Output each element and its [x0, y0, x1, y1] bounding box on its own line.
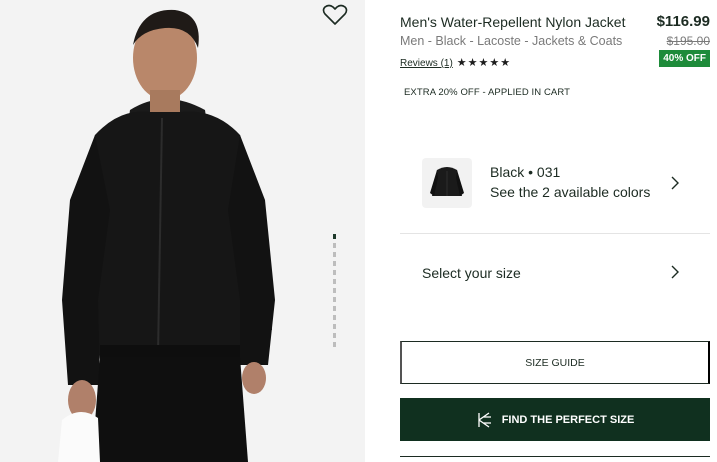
star-icon: ★: [467, 57, 478, 69]
selected-color: Black • 031: [490, 164, 561, 180]
star-icon: ★: [500, 57, 511, 69]
chevron-right-icon: [671, 176, 679, 190]
gallery-dot[interactable]: [333, 324, 336, 329]
find-perfect-size-button[interactable]: FIND THE PERFECT SIZE: [400, 398, 710, 441]
model-photo: [0, 0, 365, 462]
rating-stars: ★ ★ ★ ★ ★: [457, 58, 510, 69]
gallery-dot[interactable]: [333, 297, 336, 302]
gallery-pagination[interactable]: [333, 234, 337, 351]
gallery-dot[interactable]: [333, 342, 336, 347]
divider: [400, 456, 710, 457]
gallery-dot[interactable]: [333, 333, 336, 338]
original-price: $195.00: [666, 34, 710, 48]
star-icon: ★: [478, 57, 489, 69]
discount-badge: 40% OFF: [659, 50, 710, 67]
color-selector[interactable]: Black • 031 See the 2 available colors: [400, 144, 710, 234]
available-colors-text: See the 2 available colors: [490, 184, 651, 200]
star-icon: ★: [456, 57, 467, 69]
current-price: $116.99: [656, 13, 710, 30]
gallery-dot-active[interactable]: [333, 234, 336, 239]
heart-outline-icon: [322, 4, 348, 25]
gallery-dot[interactable]: [333, 315, 336, 320]
gallery-dot[interactable]: [333, 243, 336, 248]
reviews-link[interactable]: Reviews (1): [400, 58, 453, 69]
gallery-dot[interactable]: [333, 288, 336, 293]
size-selector[interactable]: Select your size: [400, 235, 710, 311]
gallery-dot[interactable]: [333, 306, 336, 311]
product-image[interactable]: [0, 0, 365, 462]
gallery-dot[interactable]: [333, 252, 336, 257]
promo-text: EXTRA 20% OFF - APPLIED IN CART: [404, 87, 571, 98]
gallery-dot[interactable]: [333, 279, 336, 284]
product-title: Men's Water-Repellent Nylon Jacket: [400, 14, 626, 30]
favorite-button[interactable]: [322, 4, 348, 26]
gallery-dot[interactable]: [333, 261, 336, 266]
size-guide-button[interactable]: SIZE GUIDE: [400, 341, 710, 384]
k-fit-logo-icon: [478, 411, 491, 428]
color-swatch-thumbnail: [422, 158, 472, 208]
chevron-right-icon: [671, 265, 679, 279]
product-breadcrumb: Men - Black - Lacoste - Jackets & Coats: [400, 34, 623, 48]
find-perfect-size-label: FIND THE PERFECT SIZE: [501, 413, 635, 426]
gallery-dot[interactable]: [333, 270, 336, 275]
size-selector-label: Select your size: [422, 265, 521, 281]
star-icon: ★: [489, 57, 500, 69]
reviews-row: Reviews (1) ★ ★ ★ ★ ★: [400, 58, 510, 70]
